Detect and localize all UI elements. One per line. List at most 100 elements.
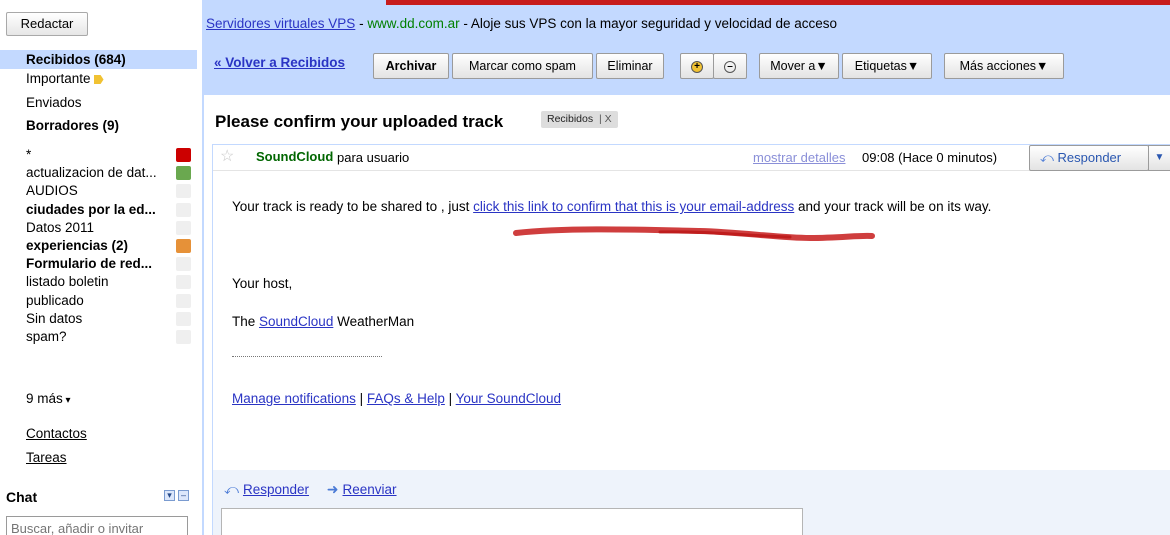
subject-label-chip: Recibidos | X — [541, 111, 618, 128]
move-to-button[interactable]: Mover a▼ — [759, 53, 839, 79]
label-color-swatch[interactable] — [176, 330, 191, 344]
label-item[interactable]: experiencias (2) — [26, 237, 192, 255]
back-to-inbox-link[interactable]: « Volver a Recibidos — [214, 55, 345, 70]
signature-post: WeatherMan — [333, 314, 415, 329]
chat-minimize-icon[interactable]: – — [178, 490, 189, 501]
reply-button-label: Responder — [1057, 150, 1122, 165]
footer-separator-1: | — [355, 391, 367, 406]
faqs-help-link[interactable]: FAQs & Help — [367, 391, 445, 406]
label-color-swatch[interactable] — [176, 202, 191, 217]
more-labels-toggle[interactable]: 9 más ▾ — [26, 390, 71, 410]
reply-arrow-icon: ⤺ — [1040, 150, 1058, 165]
label-color-swatch[interactable] — [176, 311, 191, 326]
body-line-1-pre: Your track is ready to be shared to , ju… — [232, 199, 474, 214]
red-underline-annotation — [513, 226, 875, 242]
ad-separator: - — [355, 16, 368, 31]
label-item[interactable]: ciudades por la ed... — [26, 201, 192, 219]
minus-icon: – — [724, 60, 736, 73]
forward-arrow-icon: ➜ — [326, 481, 339, 497]
message-subject: Please confirm your uploaded track — [215, 112, 504, 131]
reply-options-chevron-icon[interactable]: ▼ — [1148, 145, 1170, 171]
ad-bar: Servidores virtuales VPS - www.dd.com.ar… — [206, 16, 837, 31]
signature-pre: The — [232, 314, 260, 329]
manage-notifications-link[interactable]: Manage notifications — [232, 391, 356, 406]
label-item-name: actualizacion de dat... — [26, 165, 157, 181]
soundcloud-link[interactable]: SoundCloud — [259, 314, 333, 329]
label-color-swatch[interactable] — [176, 257, 191, 272]
label-color-swatch[interactable] — [176, 275, 191, 290]
reply-textbox[interactable] — [221, 508, 803, 535]
ad-link[interactable]: Servidores virtuales VPS — [206, 16, 355, 31]
label-item[interactable]: * — [26, 146, 192, 164]
top-red-banner — [386, 0, 1170, 5]
label-color-swatch[interactable] — [176, 166, 191, 181]
ad-url: www.dd.com.ar — [367, 16, 460, 31]
more-actions-button[interactable]: Más acciones▼ — [944, 53, 1064, 79]
labels-button[interactable]: Etiquetas▼ — [842, 53, 932, 79]
your-soundcloud-link[interactable]: Your SoundCloud — [456, 391, 561, 406]
label-item-name: listado boletin — [26, 274, 109, 290]
recipient-text: para usuario — [337, 150, 410, 165]
footer-links: Manage notifications | FAQs & Help | You… — [232, 391, 561, 406]
label-item[interactable]: Sin datos — [26, 310, 192, 328]
label-item[interactable]: publicado — [26, 292, 192, 310]
archive-button[interactable]: Archivar — [373, 53, 449, 79]
delete-button[interactable]: Eliminar — [596, 53, 664, 79]
plus-icon: + — [691, 60, 703, 73]
label-item-name: spam? — [26, 329, 67, 344]
importance-marker-icon — [93, 74, 104, 84]
label-color-swatch[interactable] — [176, 184, 191, 199]
nav-tasks[interactable]: Tareas — [26, 450, 67, 465]
host-line: Your host, — [232, 276, 293, 291]
chat-search-input[interactable] — [6, 516, 188, 535]
star-icon[interactable]: ☆ — [220, 146, 234, 166]
show-details-link[interactable]: mostrar detalles — [753, 150, 845, 165]
label-color-swatch[interactable] — [176, 220, 191, 235]
chat-title: Chat — [6, 489, 38, 505]
label-item[interactable]: AUDIOS — [26, 182, 192, 200]
remove-star-button[interactable]: – — [713, 53, 747, 79]
confirm-email-link[interactable]: click this link to confirm that this is … — [473, 199, 794, 214]
label-item-name: experiencias (2) — [26, 238, 129, 253]
body-line-1-post: and your track will be on its way. — [794, 199, 992, 214]
label-item-name: Formulario de red... — [26, 256, 153, 272]
add-star-button[interactable]: + — [680, 53, 714, 79]
label-color-swatch[interactable] — [176, 293, 191, 308]
label-item-name: AUDIOS — [26, 183, 78, 199]
label-item-name: Sin datos — [26, 310, 83, 326]
left-navigation: Redactar Recibidos (684) Importante Envi… — [0, 0, 200, 535]
label-item-name: Datos 2011 — [26, 219, 95, 235]
label-item-name: ciudades por la ed... — [26, 201, 156, 217]
ad-text: - Aloje sus VPS con la mayor seguridad y… — [459, 16, 838, 31]
label-item[interactable]: listado boletin — [26, 273, 192, 291]
nav-drafts[interactable]: Borradores (9) — [26, 117, 119, 135]
sender-name: SoundCloud — [256, 149, 334, 164]
remove-label-icon[interactable]: | X — [596, 113, 612, 125]
nav-contacts[interactable]: Contactos — [26, 426, 87, 441]
label-item[interactable]: actualizacion de dat... — [26, 164, 192, 182]
mark-spam-button[interactable]: Marcar como spam — [452, 53, 593, 79]
compose-button[interactable]: Redactar — [6, 12, 88, 36]
label-item-name: publicado — [26, 292, 84, 308]
label-item[interactable]: Formulario de red... — [26, 255, 192, 273]
reply-button[interactable]: ⤺ Responder — [1029, 145, 1149, 171]
label-item[interactable]: spam? — [26, 328, 192, 346]
body-line-1: Your track is ready to be shared to , ju… — [232, 199, 991, 214]
nav-inbox[interactable]: Recibidos (684) — [26, 51, 126, 69]
more-labels-text: 9 más — [26, 391, 63, 406]
footer-separator-2: | — [444, 391, 456, 406]
reply-actions: ⤺ Responder ➜ Reenviar — [224, 481, 397, 498]
reply-arrow-icon: ⤺ — [224, 481, 239, 497]
label-item-name: * — [26, 147, 32, 162]
chat-dropdown-icon[interactable]: ▾ — [164, 490, 175, 501]
nav-sent[interactable]: Enviados — [26, 94, 82, 112]
nav-important[interactable]: Importante — [26, 70, 104, 88]
label-item[interactable]: Datos 2011 — [26, 219, 192, 237]
message-time: 09:08 (Hace 0 minutos) — [862, 150, 998, 165]
label-color-swatch[interactable] — [176, 148, 191, 162]
label-color-swatch[interactable] — [176, 239, 191, 253]
reply-link[interactable]: Responder — [243, 482, 309, 497]
chevron-down-icon: ▾ — [62, 395, 71, 406]
forward-link[interactable]: Reenviar — [343, 482, 397, 497]
signature-line: The SoundCloud WeatherMan — [232, 314, 414, 329]
